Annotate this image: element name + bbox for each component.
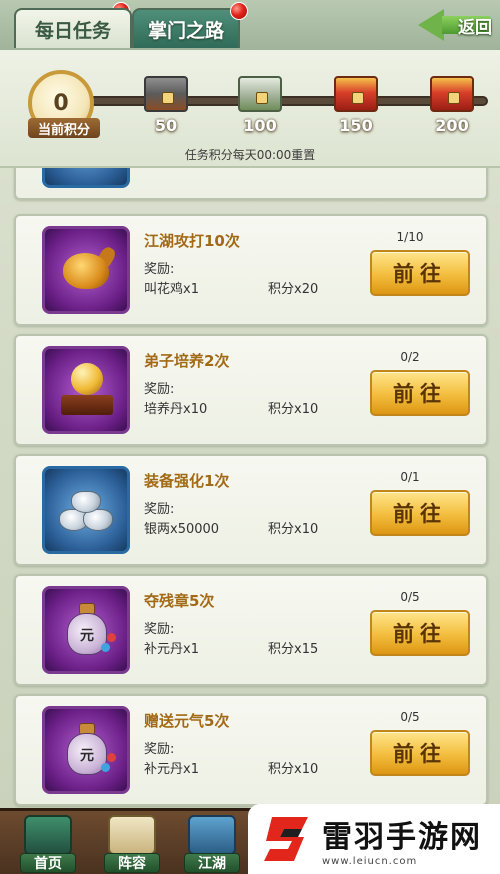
chest-icon [334,76,378,112]
task-title: 夺残章5次 [144,592,215,610]
golden-orb-icon [42,346,130,434]
reward-item: 叫花鸡x1 [144,282,199,297]
go-button[interactable]: 前往 [370,370,470,416]
go-button[interactable]: 前往 [370,730,470,776]
back-button[interactable]: 返回 [416,8,496,42]
header-bar: 每日任务 掌门之路 返回 [0,0,500,52]
notification-dot-icon [230,2,248,20]
chest-icon [144,76,188,112]
site-watermark: 雷羽手游网 www.leiucn.com [248,804,500,874]
reward-points: 积分x20 [268,282,319,297]
task-list[interactable]: 江湖攻打10次 奖励: 叫花鸡x1 积分x20 1/10 前往 弟子培养2次 奖… [0,168,500,808]
current-score-value: 0 [53,90,69,116]
nav-label: 首页 [20,853,76,873]
task-progress: 0/2 [400,350,420,364]
elixir-bottle-icon: 元 [42,706,130,794]
task-progress: 1/10 [396,230,424,244]
task-progress: 0/1 [400,470,420,484]
milestone-value: 150 [339,116,373,135]
task-card: 弟子培养2次 奖励: 培养丹x10 积分x10 0/2 前往 [14,334,488,446]
watermark-url: www.leiucn.com [322,855,418,867]
reward-points: 积分x10 [268,762,319,777]
reward-label: 奖励: [144,382,175,397]
task-card: 江湖攻打10次 奖励: 叫花鸡x1 积分x20 1/10 前往 [14,214,488,326]
back-arrow-icon [418,9,444,41]
reward-label: 奖励: [144,622,175,637]
task-icon [42,168,130,188]
task-title: 江湖攻打10次 [144,232,240,250]
watermark-title: 雷羽手游网 [322,819,482,855]
tab-daily-tasks[interactable]: 每日任务 [14,8,132,48]
tab-label: 掌门之路 [147,19,224,42]
milestone-value: 200 [435,116,469,135]
milestone-chest-3[interactable]: 150 [328,76,384,142]
reward-label: 奖励: [144,262,175,277]
nav-formation[interactable]: 阵容 [100,813,164,874]
chest-icon [238,76,282,112]
nav-label: 江湖 [184,853,240,873]
milestone-value: 50 [154,116,178,135]
tab-label: 每日任务 [34,19,111,42]
roast-chicken-icon [42,226,130,314]
reset-note: 任务积分每天00:00重置 [184,148,316,162]
reward-points: 积分x10 [268,522,319,537]
watermark-text: 雷羽手游网 www.leiucn.com [322,812,482,867]
task-card-partial [14,168,488,200]
formation-scroll-icon [108,815,156,855]
task-card: 元 赠送元气5次 奖励: 补元丹x1 积分x10 0/5 前往 [14,694,488,806]
milestone-value: 100 [243,116,277,135]
task-progress: 0/5 [400,710,420,724]
home-building-icon [24,815,72,855]
daily-task-screen: 每日任务 掌门之路 返回 0 当前积分 50 100 150 200 任务积分每… [0,0,500,874]
task-card: 元 夺残章5次 奖励: 补元丹x1 积分x15 0/5 前往 [14,574,488,686]
nav-label: 阵容 [104,853,160,873]
nav-home[interactable]: 首页 [16,813,80,874]
task-title: 赠送元气5次 [144,712,230,730]
reward-points: 积分x15 [268,642,319,657]
score-progress-panel: 0 当前积分 50 100 150 200 任务积分每天00:00重置 [0,50,500,168]
milestone-chest-2[interactable]: 100 [232,76,288,142]
go-button[interactable]: 前往 [370,610,470,656]
milestone-chest-1[interactable]: 50 [138,76,194,142]
reward-label: 奖励: [144,502,175,517]
silver-ingots-icon [42,466,130,554]
elixir-bottle-icon: 元 [42,586,130,674]
reward-item: 补元丹x1 [144,762,199,777]
watermark-logo-icon [258,811,322,867]
back-button-label: 返回 [458,17,492,38]
task-progress: 0/5 [400,590,420,604]
reward-label: 奖励: [144,742,175,757]
reward-points: 积分x10 [268,402,319,417]
current-score-label: 当前积分 [28,118,100,138]
reward-item: 培养丹x10 [144,402,208,417]
reward-item: 补元丹x1 [144,642,199,657]
task-title: 弟子培养2次 [144,352,230,370]
tab-master-path[interactable]: 掌门之路 [132,8,240,48]
nav-jianghu[interactable]: 江湖 [180,813,244,874]
task-title: 装备强化1次 [144,472,230,490]
go-button[interactable]: 前往 [370,490,470,536]
reward-item: 银两x50000 [144,522,220,537]
go-button[interactable]: 前往 [370,250,470,296]
jianghu-book-icon [188,815,236,855]
milestone-chest-4[interactable]: 200 [424,76,480,142]
task-card: 装备强化1次 奖励: 银两x50000 积分x10 0/1 前往 [14,454,488,566]
chest-icon [430,76,474,112]
